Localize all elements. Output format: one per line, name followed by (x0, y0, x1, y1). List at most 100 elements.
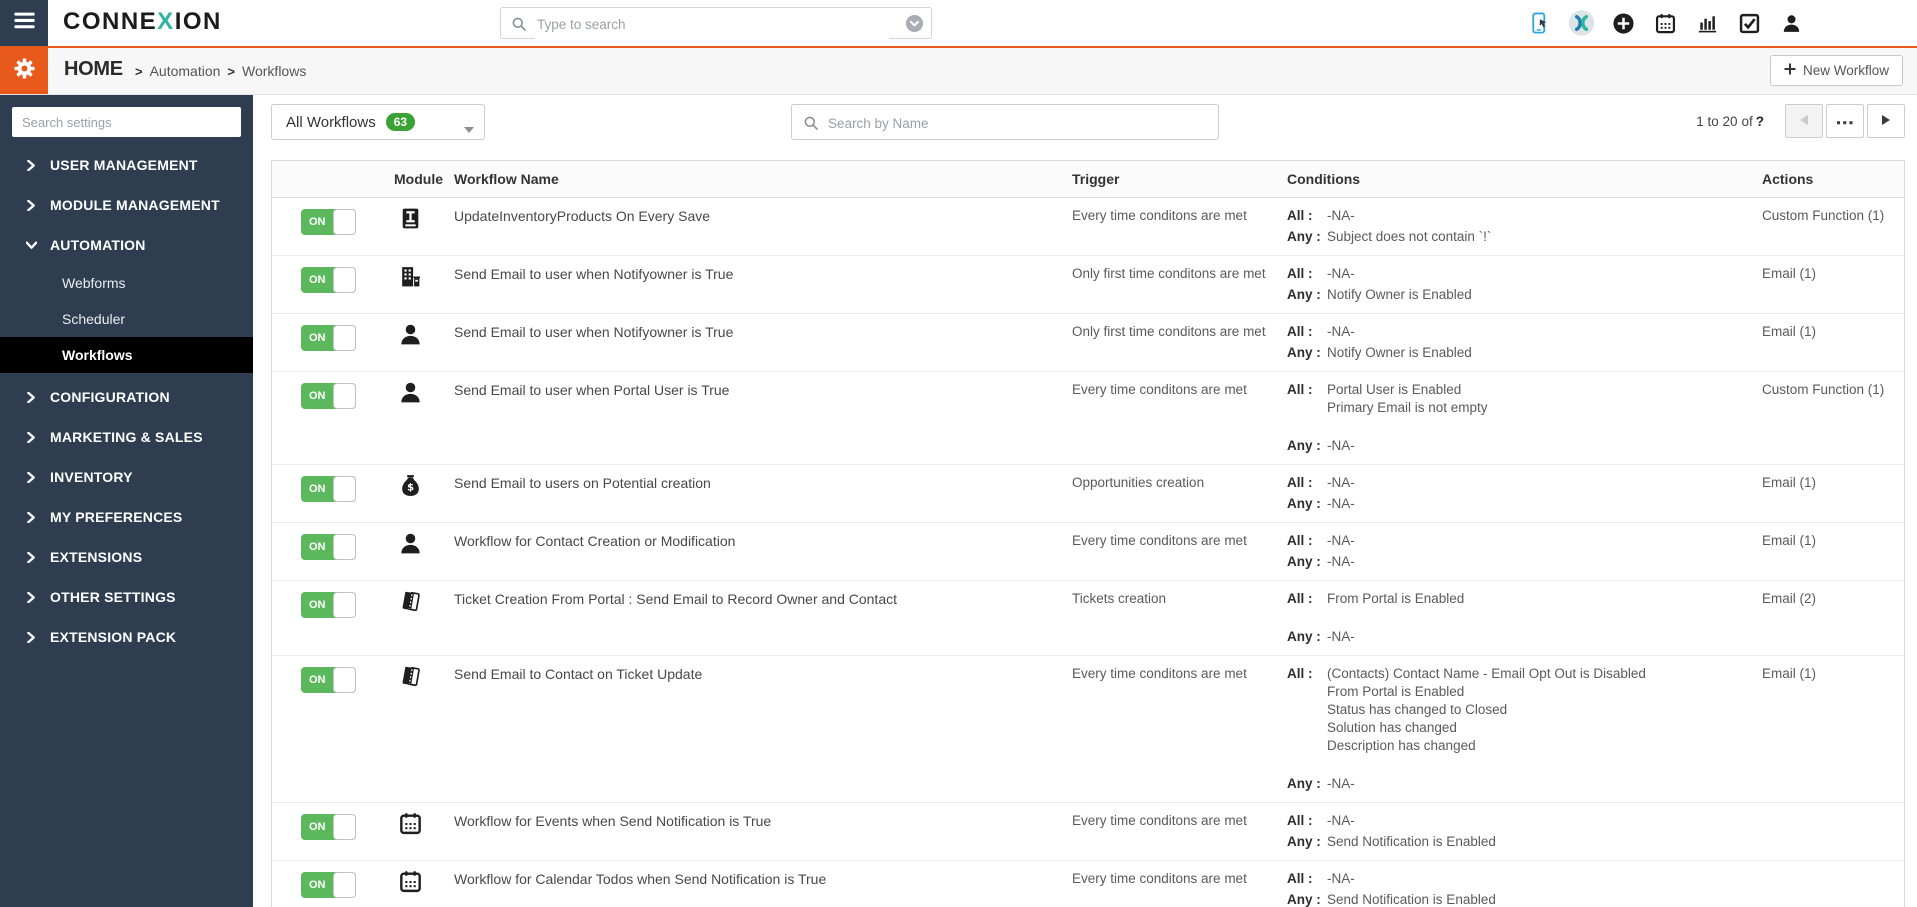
workflow-name[interactable]: Workflow for Contact Creation or Modific… (454, 532, 1072, 571)
sidebar-item-other-settings[interactable]: OTHER SETTINGS (0, 577, 253, 617)
sidebar-subitem-webforms[interactable]: Webforms (0, 265, 253, 301)
brand-x-icon[interactable] (1568, 9, 1595, 37)
table-row: ON Send Email to user when Notifyowner is… (272, 314, 1904, 372)
breadcrumb-bar: HOME > Automation > Workflows New Workflow (0, 48, 1917, 95)
workflow-name[interactable]: Send Email to user when Notifyowner is T… (454, 265, 1072, 304)
svg-text:$: $ (407, 483, 414, 494)
add-icon[interactable] (1610, 9, 1637, 37)
conditions-all-label: All : (1287, 208, 1313, 223)
sidebar-item-label: MARKETING & SALES (50, 429, 203, 445)
workflow-name[interactable]: Send Email to Contact on Ticket Update (454, 665, 1072, 793)
chevron-right-icon (25, 591, 37, 603)
profile-icon[interactable] (1778, 9, 1805, 37)
workflow-name[interactable]: Workflow for Calendar Todos when Send No… (454, 870, 1072, 907)
toggle-knob (333, 667, 356, 693)
chevron-right-icon (25, 199, 37, 211)
workflow-name[interactable]: Send Email to user when Portal User is T… (454, 381, 1072, 455)
condition-value: -NA- (1327, 496, 1355, 511)
hamburger-menu-button[interactable] (0, 0, 48, 46)
column-header-trigger: Trigger (1072, 171, 1120, 187)
settings-gear-button[interactable] (0, 48, 48, 94)
workflow-toggle[interactable]: ON (301, 267, 356, 293)
workflow-toggle[interactable]: ON (301, 383, 356, 409)
sidebar-item-my-preferences[interactable]: MY PREFERENCES (0, 497, 253, 537)
conditions-all: All : -NA- (1287, 532, 1762, 550)
sidebar-item-configuration[interactable]: CONFIGURATION (0, 377, 253, 417)
reports-icon[interactable] (1694, 9, 1721, 37)
workflow-name[interactable]: Send Email to users on Potential creatio… (454, 474, 1072, 513)
sidebar-item-extensions[interactable]: EXTENSIONS (0, 537, 253, 577)
breadcrumb: > Automation > Workflows (128, 63, 306, 79)
breadcrumb-home[interactable]: HOME (64, 58, 123, 81)
workflow-trigger: Every time conditons are met (1072, 533, 1247, 548)
workflow-toggle[interactable]: ON (301, 534, 356, 560)
workflow-trigger: Every time conditons are met (1072, 382, 1247, 397)
toggle-knob (333, 872, 356, 898)
conditions-all-label: All : (1287, 324, 1313, 339)
mobile-app-icon[interactable] (1526, 9, 1553, 37)
workflow-toggle[interactable]: ON (301, 209, 356, 235)
workflow-actions (1762, 812, 1904, 851)
workflow-toggle[interactable]: ON (301, 667, 356, 693)
workflow-filter-select[interactable]: All Workflows 63 (271, 104, 485, 140)
sidebar-subitem-workflows[interactable]: Workflows (0, 337, 253, 373)
breadcrumb-workflows[interactable]: Workflows (242, 63, 306, 79)
toggle-on-label: ON (309, 541, 326, 553)
workflow-actions: Email (1) (1762, 475, 1817, 490)
conditions-any: Any : Notify Owner is Enabled (1287, 344, 1762, 362)
tasks-icon[interactable] (1736, 9, 1763, 37)
sidebar-item-module-management[interactable]: MODULE MANAGEMENT (0, 185, 253, 225)
chevron-right-icon (1882, 112, 1890, 130)
workflow-actions: Email (2) (1762, 591, 1817, 606)
sidebar-item-automation[interactable]: AUTOMATION (0, 225, 253, 265)
application-window: CONNEXION HOME > Automation > Workflows New… (0, 0, 1917, 907)
calendar-icon[interactable] (1652, 9, 1679, 37)
sidebar-item-extension-pack[interactable]: EXTENSION PACK (0, 617, 253, 657)
more-pages-button[interactable] (1826, 104, 1864, 138)
global-search (500, 7, 932, 39)
caret-down-icon (464, 120, 474, 138)
hamburger-icon (11, 7, 38, 39)
workflow-conditions: All : -NA- Any : Send Notification is Enabl… (1287, 870, 1762, 907)
chevron-down-icon (25, 240, 37, 250)
sidebar-item-marketing-sales[interactable]: MARKETING & SALES (0, 417, 253, 457)
condition-value: Portal User is Enabled (1327, 382, 1462, 397)
conditions-any: Any : -NA- (1287, 628, 1762, 646)
workflow-count-badge: 63 (385, 113, 416, 131)
conditions-all-label: All : (1287, 871, 1313, 886)
search-by-name-input[interactable] (826, 107, 1200, 139)
previous-page-button[interactable] (1785, 104, 1823, 138)
workflow-actions: Custom Function (1) (1762, 208, 1885, 223)
sidebar-item-label: USER MANAGEMENT (50, 157, 198, 173)
workflow-toggle[interactable]: ON (301, 814, 356, 840)
workflow-toggle[interactable]: ON (301, 592, 356, 618)
breadcrumb-automation[interactable]: Automation (150, 63, 221, 79)
workflow-toggle[interactable]: ON (301, 325, 356, 351)
workflow-name[interactable]: Workflow for Events when Send Notificati… (454, 812, 1072, 851)
workflow-toggle[interactable]: ON (301, 872, 356, 898)
app-logo[interactable]: CONNEXION (63, 8, 222, 36)
conditions-any: Any : Send Notification is Enabled (1287, 833, 1762, 851)
workflow-toggle[interactable]: ON (301, 476, 356, 502)
pagination: 1 to 20 of? (1696, 104, 1905, 138)
search-scope-dropdown-icon[interactable] (905, 14, 924, 38)
conditions-any-label: Any : (1287, 229, 1321, 244)
global-search-input[interactable] (535, 9, 889, 39)
workflow-name[interactable]: Send Email to user when Notifyowner is T… (454, 323, 1072, 362)
column-header-conditions: Conditions (1287, 171, 1361, 187)
logo-x-letter: X (157, 8, 175, 35)
next-page-button[interactable] (1867, 104, 1905, 138)
settings-search-input[interactable] (12, 107, 241, 137)
condition-value: Send Notification is Enabled (1327, 892, 1496, 907)
sidebar-subitem-scheduler[interactable]: Scheduler (0, 301, 253, 337)
conditions-any: Any : -NA- (1287, 775, 1762, 793)
sidebar-item-inventory[interactable]: INVENTORY (0, 457, 253, 497)
new-workflow-button[interactable]: New Workflow (1769, 55, 1903, 86)
workflow-trigger: Every time conditons are met (1072, 813, 1247, 828)
conditions-any-label: Any : (1287, 629, 1321, 644)
toggle-on-label: ON (309, 599, 326, 611)
workflow-name[interactable]: UpdateInventoryProducts On Every Save (454, 207, 1072, 246)
workflow-name[interactable]: Ticket Creation From Portal : Send Email… (454, 590, 1072, 646)
sidebar-item-label: EXTENSIONS (50, 549, 143, 565)
sidebar-item-user-management[interactable]: USER MANAGEMENT (0, 145, 253, 185)
